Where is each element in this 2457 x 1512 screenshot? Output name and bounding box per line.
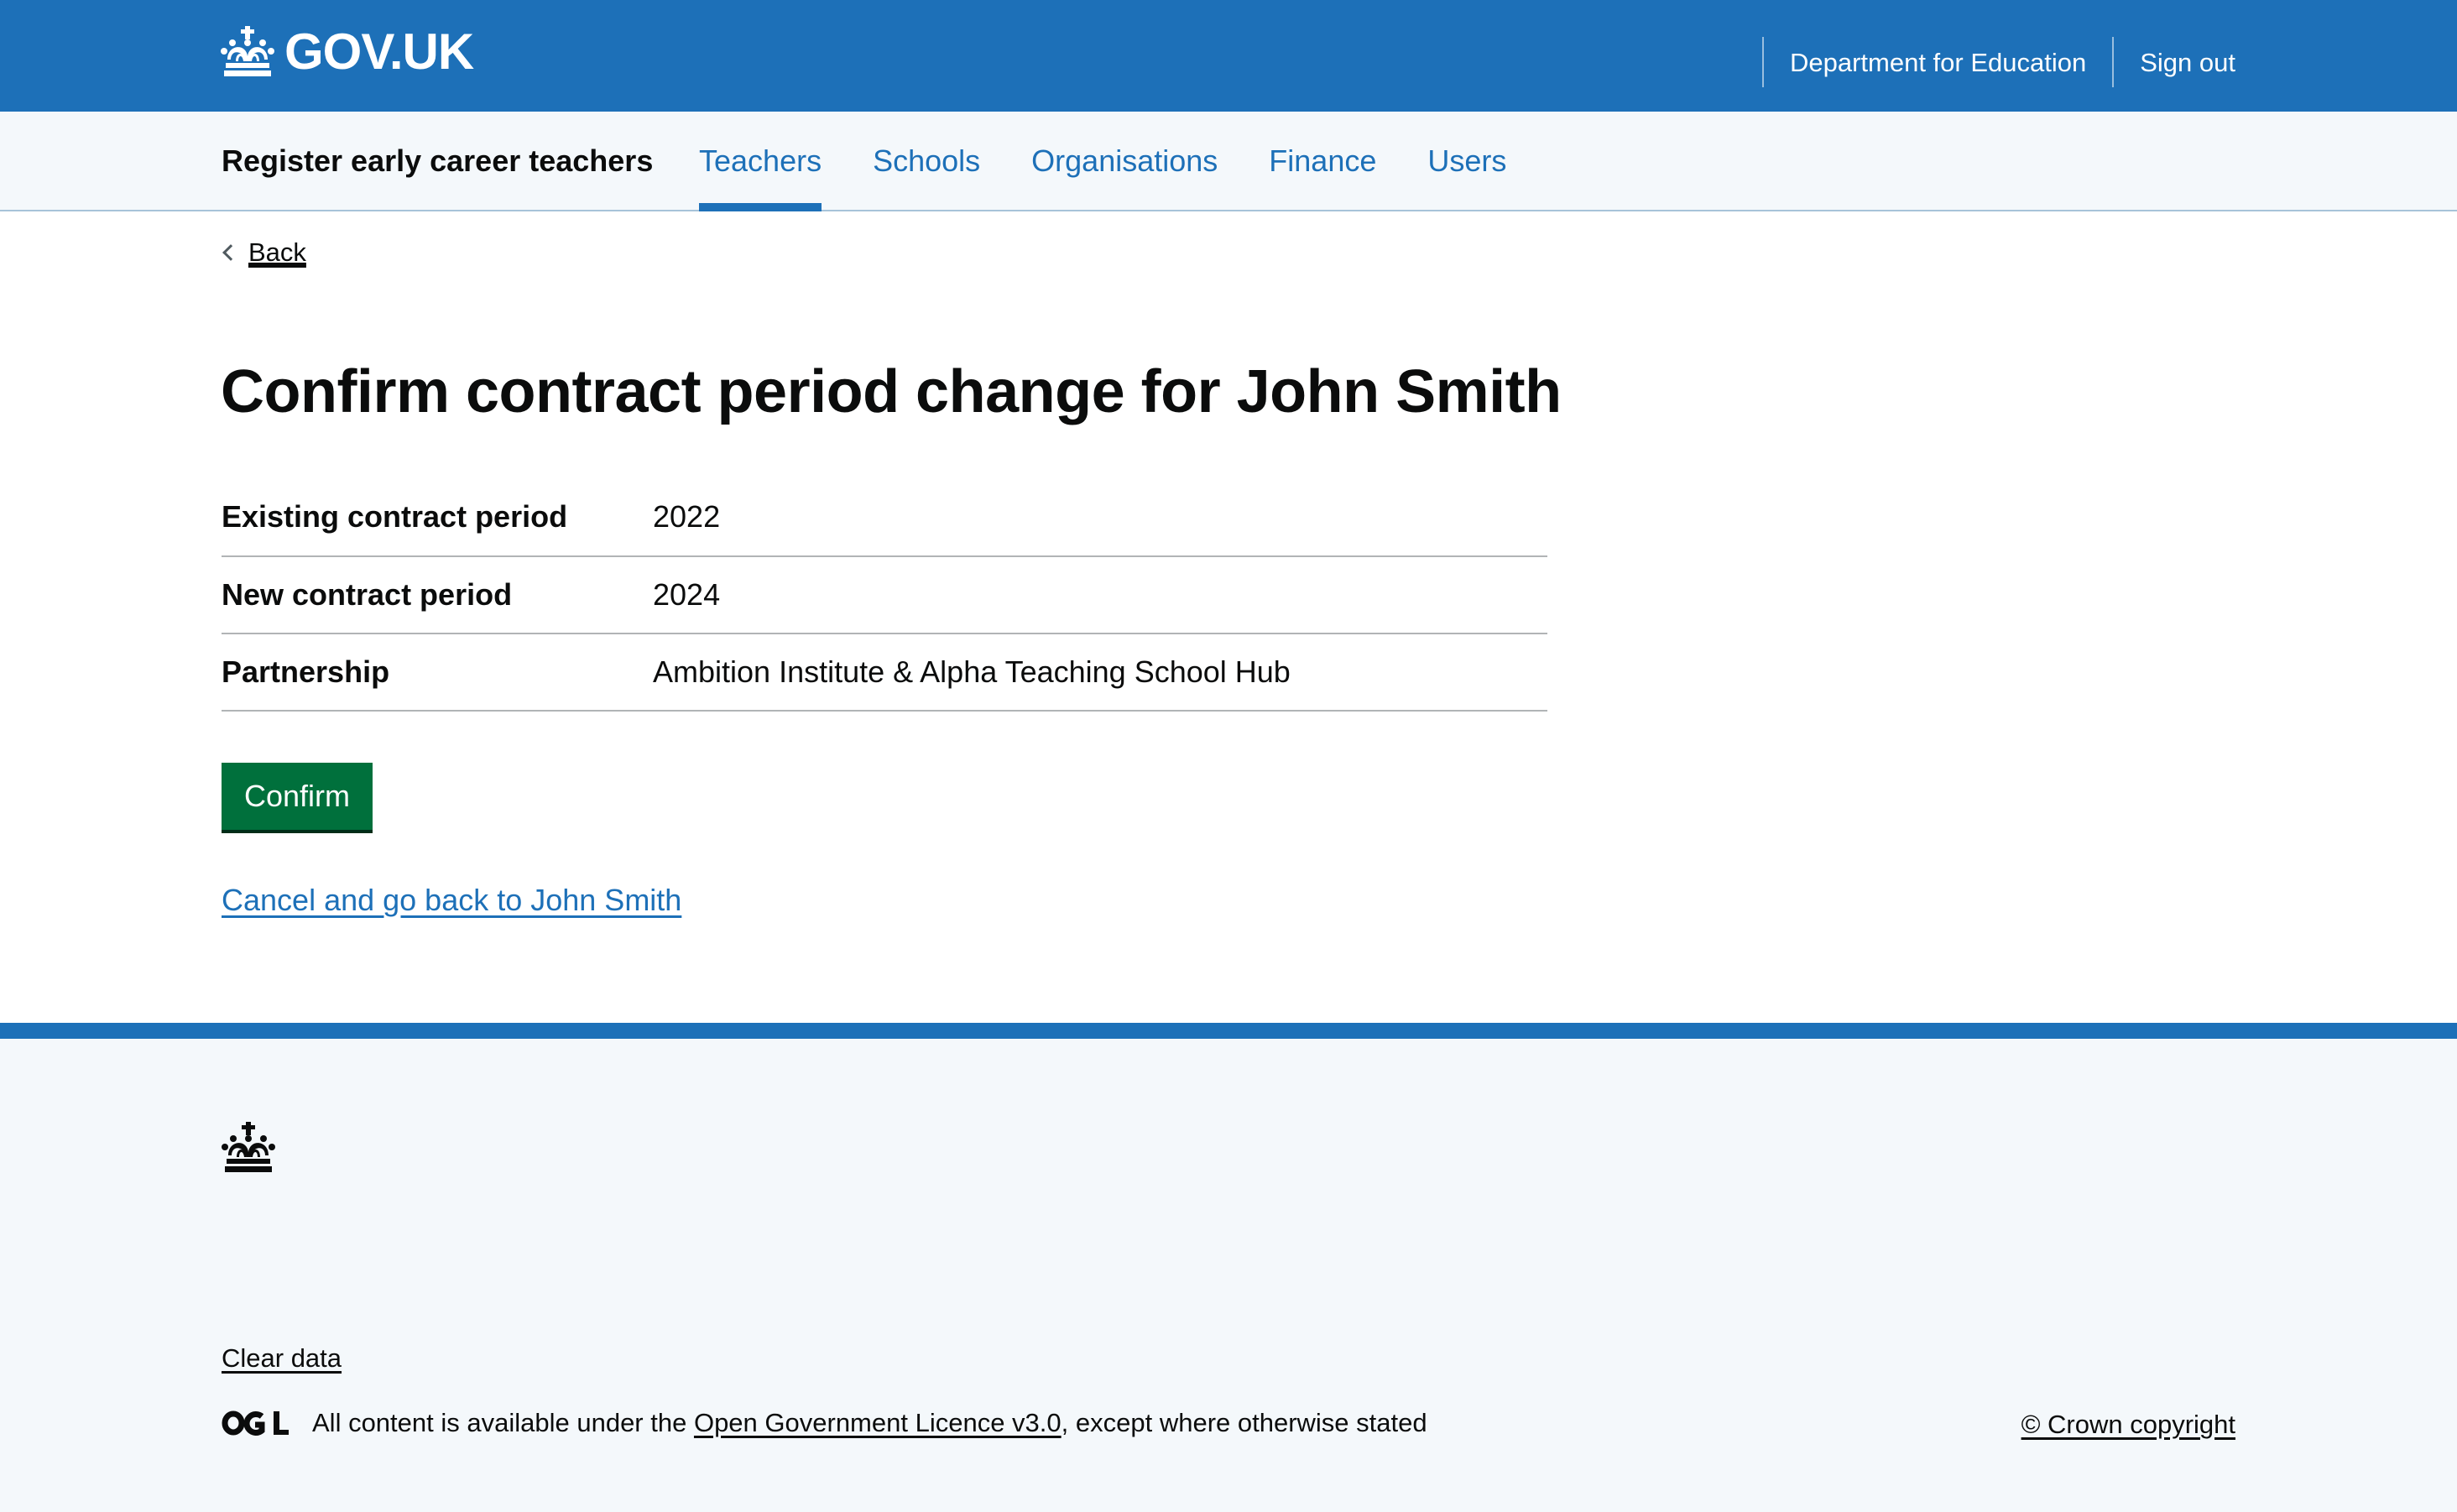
confirm-button[interactable]: Confirm bbox=[222, 763, 373, 830]
licence-prefix: All content is available under the bbox=[312, 1408, 694, 1437]
back-link[interactable]: Back bbox=[222, 237, 306, 268]
nav-item-finance[interactable]: Finance bbox=[1269, 112, 1376, 210]
nav-item-teachers[interactable]: Teachers bbox=[699, 112, 822, 211]
summary-row-partnership: Partnership Ambition Institute & Alpha T… bbox=[222, 634, 1547, 712]
footer-links: Clear data bbox=[222, 1343, 342, 1374]
sign-out-link[interactable]: Sign out bbox=[2112, 37, 2235, 87]
summary-row-existing-contract-period: Existing contract period 2022 bbox=[222, 478, 1547, 557]
summary-key: New contract period bbox=[222, 577, 513, 612]
summary-list: Existing contract period 2022 New contra… bbox=[222, 478, 1547, 712]
summary-value: 2024 bbox=[653, 577, 721, 612]
summary-key: Partnership bbox=[222, 654, 390, 689]
govuk-header: GOV.UK Department for Education Sign out bbox=[0, 0, 2457, 112]
crown-copyright-link[interactable]: © Crown copyright bbox=[2021, 1410, 2235, 1440]
crown-icon bbox=[221, 26, 274, 76]
cancel-link[interactable]: Cancel and go back to John Smith bbox=[222, 883, 681, 918]
ogl-logo bbox=[222, 1410, 289, 1436]
nav-item-schools[interactable]: Schools bbox=[873, 112, 980, 210]
service-nav-items: Teachers Schools Organisations Finance U… bbox=[699, 112, 1557, 211]
licence-suffix: , except where otherwise stated bbox=[1061, 1408, 1427, 1437]
summary-row-new-contract-period: New contract period 2024 bbox=[222, 557, 1547, 634]
back-link-label: Back bbox=[248, 237, 306, 267]
logo-text: GOV.UK bbox=[284, 23, 474, 80]
header-links: Department for Education Sign out bbox=[1761, 37, 2235, 87]
summary-key: Existing contract period bbox=[222, 499, 568, 534]
department-link[interactable]: Department for Education bbox=[1761, 37, 2112, 87]
nav-item-users[interactable]: Users bbox=[1427, 112, 1506, 210]
licence-statement: All content is available under the Open … bbox=[222, 1408, 1427, 1438]
summary-value: Ambition Institute & Alpha Teaching Scho… bbox=[653, 654, 1291, 689]
summary-value: 2022 bbox=[653, 499, 721, 534]
crown-icon bbox=[222, 1122, 275, 1172]
govuk-footer: Clear data All content is available unde… bbox=[0, 1023, 2457, 1512]
page-title: Confirm contract period change for John … bbox=[221, 358, 1562, 425]
nav-item-organisations[interactable]: Organisations bbox=[1031, 112, 1218, 210]
service-name-link[interactable]: Register early career teachers bbox=[222, 112, 653, 210]
open-government-licence-link[interactable]: Open Government Licence v3.0 bbox=[694, 1408, 1062, 1438]
chevron-left-icon bbox=[222, 244, 239, 261]
govuk-logo-link[interactable]: GOV.UK bbox=[221, 18, 474, 86]
clear-data-link[interactable]: Clear data bbox=[222, 1343, 342, 1373]
service-navigation: Register early career teachers Teachers … bbox=[0, 112, 2457, 211]
